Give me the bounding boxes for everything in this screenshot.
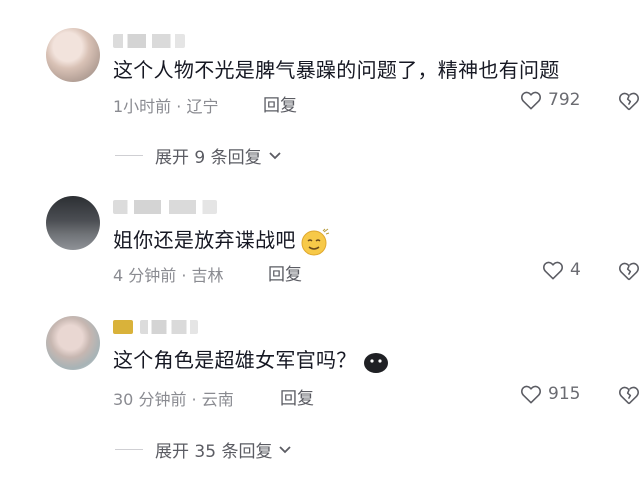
comment-text: 这个角色是超雄女军官吗？ <box>113 346 391 375</box>
like-button[interactable]: 4 <box>542 260 581 280</box>
reply-button[interactable]: 回复 <box>280 384 314 409</box>
comment-item: 这个人物不光是脾气暴躁的问题了，精神也有问题 1小时前 · 辽宁 回复 792 … <box>0 0 640 180</box>
chevron-down-icon <box>279 445 292 453</box>
heart-outline-icon <box>521 385 541 404</box>
like-count: 915 <box>548 384 581 404</box>
expand-label: 展开 35 条回复 <box>155 442 273 462</box>
avatar[interactable] <box>46 28 100 82</box>
smirk-emoji <box>301 228 329 255</box>
divider-line <box>115 449 143 450</box>
chevron-down-icon <box>268 151 281 159</box>
username-redacted[interactable] <box>113 34 185 48</box>
black-blob-emoji <box>363 352 388 373</box>
reply-button[interactable]: 回复 <box>263 91 297 116</box>
comment-location: 吉林 <box>191 266 224 285</box>
like-button[interactable]: 915 <box>520 384 580 404</box>
broken-heart-icon[interactable] <box>618 385 640 405</box>
comment-location: 云南 <box>201 390 234 409</box>
reply-button[interactable]: 回复 <box>268 260 302 285</box>
expand-replies-button[interactable]: 展开 9 条回复 <box>115 143 282 168</box>
avatar[interactable] <box>46 196 100 250</box>
username-redacted[interactable] <box>113 200 217 214</box>
like-count: 792 <box>548 90 581 110</box>
comment-item: 姐你还是放弃谍战吧 4 分钟前 · 吉林 回复 4 <box>0 180 640 300</box>
broken-heart-icon[interactable] <box>618 91 640 111</box>
comment-location: 辽宁 <box>186 97 219 116</box>
avatar[interactable] <box>46 316 100 370</box>
like-button[interactable]: 792 <box>520 90 580 110</box>
divider-line <box>115 155 143 156</box>
comment-meta: 30 分钟前 · 云南 <box>113 390 234 409</box>
comment-item: 这个角色是超雄女军官吗？ 30 分钟前 · 云南 回复 915 展开 35 条回… <box>0 300 640 477</box>
heart-outline-icon <box>543 261 563 280</box>
comment-meta: 4 分钟前 · 吉林 <box>113 266 224 285</box>
broken-heart-icon[interactable] <box>618 261 640 281</box>
like-count: 4 <box>570 260 581 280</box>
comment-text: 姐你还是放弃谍战吧 <box>113 226 330 256</box>
comment-time: 1小时前 <box>113 97 172 116</box>
comment-time: 4 分钟前 <box>113 266 177 285</box>
comment-meta: 1小时前 · 辽宁 <box>113 97 219 116</box>
heart-outline-icon <box>521 91 541 110</box>
comment-text: 这个人物不光是脾气暴躁的问题了，精神也有问题 <box>113 58 560 82</box>
expand-label: 展开 9 条回复 <box>155 148 262 168</box>
user-badge <box>113 320 133 334</box>
expand-replies-button[interactable]: 展开 35 条回复 <box>115 437 292 462</box>
username-redacted[interactable] <box>140 320 198 334</box>
comment-time: 30 分钟前 <box>113 390 187 409</box>
